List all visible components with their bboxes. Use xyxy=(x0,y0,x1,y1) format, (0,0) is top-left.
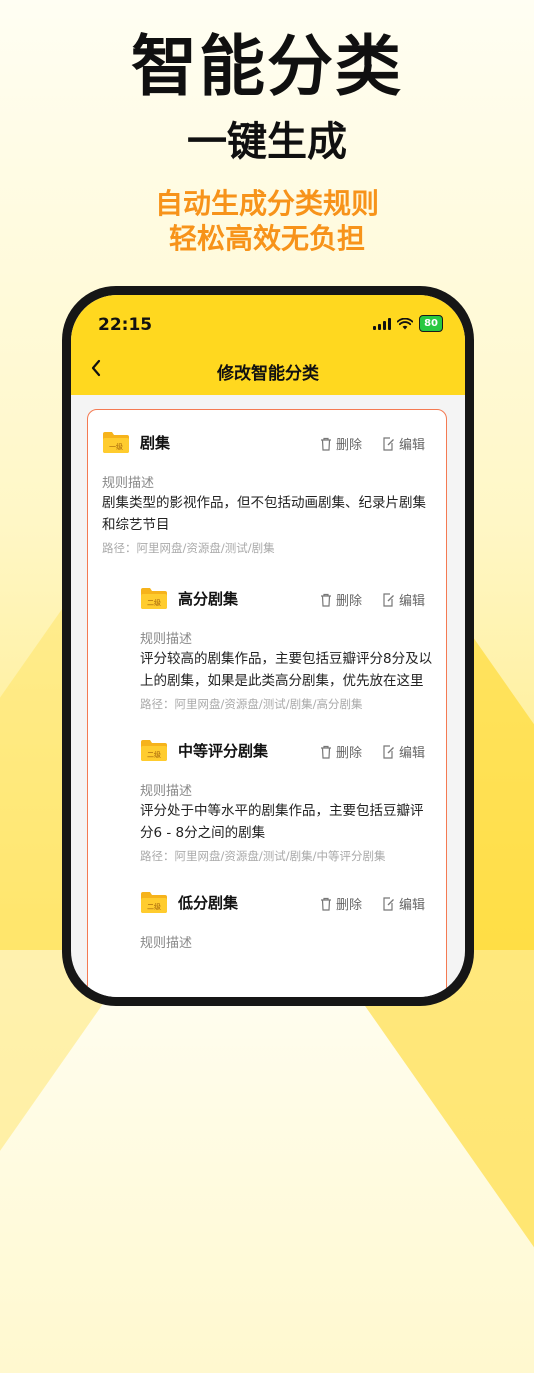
delete-button[interactable]: 删除 xyxy=(320,434,362,453)
folder-icon: 一级 xyxy=(102,430,130,454)
edit-label: 编辑 xyxy=(399,594,426,609)
phone-screen: 22:15 80 修改智能分类 一级 剧集 删除 编辑 规则描述 剧集类型的影视… xyxy=(71,295,465,997)
delete-button[interactable]: 删除 xyxy=(320,894,362,913)
edit-icon xyxy=(383,592,394,607)
rule-description: 评分处于中等水平的剧集作品，主要包括豆瓣评分6 - 8分之间的剧集 xyxy=(140,803,424,841)
category-name: 剧集 xyxy=(140,434,171,452)
status-icons: 80 xyxy=(373,315,443,332)
phone-frame: 22:15 80 修改智能分类 一级 剧集 删除 编辑 规则描述 剧集类型的影视… xyxy=(62,286,474,1006)
folder-icon: 二级 xyxy=(140,586,168,610)
rule-label: 规则描述 xyxy=(102,476,155,491)
wifi-icon xyxy=(397,317,414,329)
promo-subtitle: 一键生成 xyxy=(187,119,347,165)
page-title: 修改智能分类 xyxy=(217,364,319,384)
level-badge: 二级 xyxy=(147,598,161,607)
category-path: 路径：阿里网盘/资源盘/测试/剧集/中等评分剧集 xyxy=(140,849,386,863)
rule-label: 规则描述 xyxy=(140,632,193,647)
edit-button[interactable]: 编辑 xyxy=(382,894,425,913)
promo-tagline-2: 轻松高效无负担 xyxy=(168,222,365,255)
signal-icon xyxy=(373,317,392,330)
category-name: 低分剧集 xyxy=(178,894,239,912)
trash-icon xyxy=(321,745,331,759)
edit-button[interactable]: 编辑 xyxy=(382,742,425,761)
category-name: 高分剧集 xyxy=(178,590,239,608)
promo-tagline-1: 自动生成分类规则 xyxy=(154,187,379,220)
edit-label: 编辑 xyxy=(399,898,426,913)
promo-title: 智能分类 xyxy=(131,28,403,105)
rule-label: 规则描述 xyxy=(140,784,193,799)
delete-label: 删除 xyxy=(336,438,363,453)
edit-icon xyxy=(383,896,394,911)
level-badge: 一级 xyxy=(109,442,123,451)
rule-description: 评分较高的剧集作品，主要包括豆瓣评分8分及以上的剧集，如果是此类高分剧集，优先放… xyxy=(140,651,433,689)
delete-button[interactable]: 删除 xyxy=(320,742,362,761)
category-path: 路径：阿里网盘/资源盘/测试/剧集 xyxy=(102,541,275,555)
edit-button[interactable]: 编辑 xyxy=(382,434,425,453)
edit-button[interactable]: 编辑 xyxy=(382,590,425,609)
delete-label: 删除 xyxy=(336,898,363,913)
status-time: 22:15 xyxy=(98,315,153,335)
level-badge: 二级 xyxy=(147,902,161,911)
battery-badge: 80 xyxy=(419,315,443,332)
rule-description: 剧集类型的影视作品，但不包括动画剧集、纪录片剧集和综艺节目 xyxy=(102,495,426,533)
level-badge: 二级 xyxy=(147,750,161,759)
edit-label: 编辑 xyxy=(399,746,426,761)
category-path: 路径：阿里网盘/资源盘/测试/剧集/高分剧集 xyxy=(140,697,363,711)
folder-icon: 二级 xyxy=(140,890,168,914)
category-card: 一级 剧集 删除 编辑 规则描述 剧集类型的影视作品，但不包括动画剧集、纪录片剧… xyxy=(87,409,447,997)
delete-button[interactable]: 删除 xyxy=(320,590,362,609)
top-bar: 22:15 80 修改智能分类 xyxy=(71,295,465,395)
trash-icon xyxy=(321,437,331,451)
category-name: 中等评分剧集 xyxy=(178,742,269,760)
delete-label: 删除 xyxy=(336,594,363,609)
rule-label: 规则描述 xyxy=(140,936,193,951)
edit-icon xyxy=(383,744,394,759)
edit-icon xyxy=(383,436,394,451)
trash-icon xyxy=(321,897,331,911)
edit-label: 编辑 xyxy=(399,438,426,453)
trash-icon xyxy=(321,593,331,607)
folder-icon: 二级 xyxy=(140,738,168,762)
delete-label: 删除 xyxy=(336,746,363,761)
